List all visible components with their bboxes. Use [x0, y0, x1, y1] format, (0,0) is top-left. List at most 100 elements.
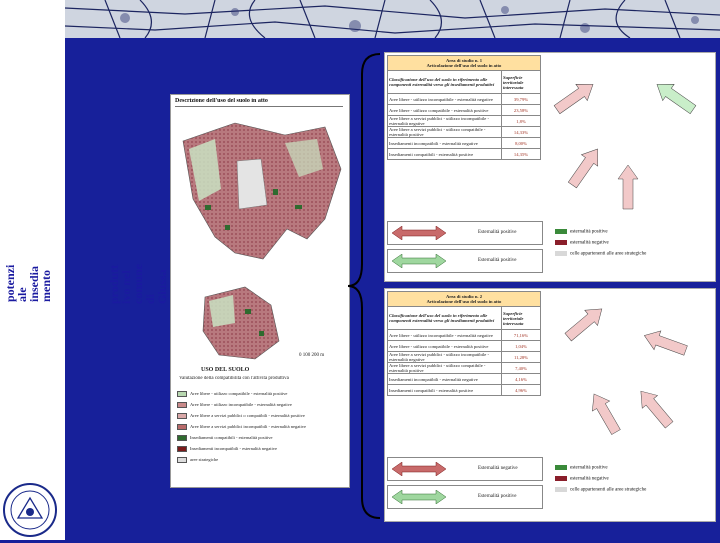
legend-label: Aree libere - utilizzo incompatibile - e…: [190, 402, 292, 408]
arrow-icon: [392, 226, 446, 240]
flow-arrow: [553, 83, 594, 115]
grid-map: [564, 308, 688, 435]
curly-brace: [347, 53, 381, 519]
legend-item: Aree libere - utilizzo compatibile - est…: [177, 391, 287, 397]
map-legend-item: esternalità positive: [555, 229, 608, 235]
row-label: Aree libere - utilizzo compatibile - est…: [387, 104, 502, 116]
legend-swatch: [177, 424, 187, 430]
row-value: 1,8%: [501, 115, 541, 127]
table-row: Aree libere - utilizzo incompatibile - e…: [387, 93, 541, 105]
doc-title: Descrizione dell'uso del suolo in atto: [175, 98, 343, 107]
legend-item: aree strategiche: [177, 457, 218, 463]
legend-label: aree strategiche: [190, 457, 219, 463]
row-label: Aree libere - utilizzo compatibile - est…: [387, 340, 502, 352]
legend-swatch: [177, 457, 187, 463]
section-subtitle: Valutazione della compatibilità con l'at…: [179, 376, 289, 381]
arrow-legend-2: Esternalità positive: [387, 485, 543, 509]
land-use-map: [182, 122, 342, 360]
row-label: Aree libere - utilizzo incompatibile - e…: [387, 329, 502, 341]
uso-suolo-table: Area di studio n. 2 Articolazione dell'us…: [387, 291, 541, 396]
table-row: Aree libere a servizi pubblici - utilizz…: [387, 351, 541, 363]
col-header-surface: Superficie territoriale interessata: [501, 70, 541, 94]
row-label: Aree libere a servizi pubblici - utilizz…: [387, 115, 502, 127]
section-title: USO DEL SUOLO: [201, 367, 250, 373]
arrow-label: Esternalità negative: [478, 466, 518, 471]
row-value: 11,28%: [501, 351, 541, 363]
scale-bar: 0 100 200 m: [299, 353, 325, 358]
grid-map: [553, 83, 697, 210]
legend-swatch: [177, 391, 187, 397]
legend-swatch: [177, 413, 187, 419]
row-label: Aree libere - utilizzo incompatibile - e…: [387, 93, 502, 105]
row-value: 7,40%: [501, 362, 541, 374]
flow-arrow: [567, 148, 599, 189]
map-legend-swatch: [555, 476, 567, 481]
legend-item: Insediamenti compatibili - esternalità p…: [177, 435, 272, 441]
map-legend-item: esternalità positive: [555, 465, 608, 471]
row-value: 71,16%: [501, 329, 541, 341]
map-legend-label: esternalità negative: [570, 240, 609, 246]
row-value: 14,33%: [501, 126, 541, 138]
table-row: Insediamenti incompatibili - esternalità…: [387, 137, 541, 149]
legend-label: Aree libere - utilizzo compatibile - est…: [190, 391, 288, 397]
table-row: Insediamenti incompatibili - esternalità…: [387, 373, 541, 385]
map-legend-swatch: [555, 487, 567, 492]
politecnico-logo: [2, 482, 58, 538]
legend-item: Aree libere a servizi pubblici incompati…: [177, 424, 306, 430]
table-row: Aree libere - utilizzo compatibile - est…: [387, 104, 541, 116]
row-label: Insediamenti incompatibili - esternalità…: [387, 137, 502, 149]
legend-item: Insediamenti incompatibili - esternalità…: [177, 446, 277, 452]
map-legend-swatch: [555, 229, 567, 234]
flow-arrow: [640, 390, 674, 429]
arrow-label: Esternalità positive: [478, 258, 517, 263]
table-row: Aree libere - utilizzo compatibile - est…: [387, 340, 541, 352]
map-legend-swatch: [555, 251, 567, 256]
uso-suolo-table: Area di studio n. 1 Articolazione dell'us…: [387, 55, 541, 160]
arrow-legend-2: Esternalità positive: [387, 249, 543, 273]
study-area-card-2: Area di studio n. 2 Articolazione dell'us…: [384, 288, 716, 522]
arrow-icon: [392, 462, 446, 476]
row-label: Aree libere a servizi pubblici - utilizz…: [387, 126, 502, 138]
legend-label: Aree libere a servizi pubblici o compati…: [190, 413, 305, 419]
row-label: Insediamenti compatibili - esternalità p…: [387, 384, 502, 396]
map-legend-label: esternalità positive: [570, 465, 608, 471]
vertical-text-insediamento: potenzi ale insedia mento: [3, 264, 53, 302]
legend-item: Aree libere - utilizzo incompatibile - e…: [177, 402, 292, 408]
table-row: Insediamenti compatibili - esternalità p…: [387, 384, 541, 396]
row-label: Insediamenti incompatibili - esternalità…: [387, 373, 502, 385]
col-header-surface: Superficie territoriale interessata: [501, 306, 541, 330]
table-row: Aree libere a servizi pubblici - utilizz…: [387, 115, 541, 127]
arrow-legend-1: Esternalità negative: [387, 457, 543, 481]
map-legend-item: esternalità negative: [555, 240, 609, 246]
map-legend-label: celle appartenenti alle aree strategiche: [570, 251, 647, 257]
legend-label: Insediamenti incompatibili - esternalità…: [190, 446, 277, 452]
flow-arrow: [643, 330, 688, 356]
row-label: Insediamenti compatibili - esternalità p…: [387, 148, 502, 160]
map-legend-swatch: [555, 240, 567, 245]
table-header: Area di studio n. 2 Articolazione dell'us…: [387, 291, 541, 307]
row-value: 23,58%: [501, 104, 541, 116]
flow-arrow: [592, 393, 621, 435]
study-area-card-1: Area di studio n. 1 Articolazione dell'us…: [384, 52, 716, 282]
col-header-classification: Classificazione dell'uso del suolo in ri…: [387, 70, 502, 94]
table-header: Area di studio n. 1 Articolazione dell'us…: [387, 55, 541, 71]
legend-swatch: [177, 446, 187, 452]
row-value: 4,96%: [501, 384, 541, 396]
map-legend-swatch: [555, 465, 567, 470]
map-legend-label: esternalità negative: [570, 476, 609, 482]
legend-swatch: [177, 435, 187, 441]
arrow-label: Esternalità positive: [478, 494, 517, 499]
map-legend-label: celle appartenenti alle aree strategiche: [570, 487, 647, 493]
row-value: 39,79%: [501, 93, 541, 105]
map-legend-item: esternalità negative: [555, 476, 609, 482]
row-value: 14,35%: [501, 148, 541, 160]
row-value: 1,04%: [501, 340, 541, 352]
flow-arrow: [656, 83, 697, 115]
table-row: Aree libere a servizi pubblici - utilizz…: [387, 362, 541, 374]
land-use-document: Descrizione dell'uso del suolo in atto 0…: [170, 94, 350, 488]
arrow-legend-1: Esternalità positive: [387, 221, 543, 245]
row-value: 4,16%: [501, 373, 541, 385]
col-header-classification: Classificazione dell'uso del suolo in ri…: [387, 306, 502, 330]
row-label: Aree libere a servizi pubblici - utilizz…: [387, 351, 502, 363]
row-value: 8,00%: [501, 137, 541, 149]
